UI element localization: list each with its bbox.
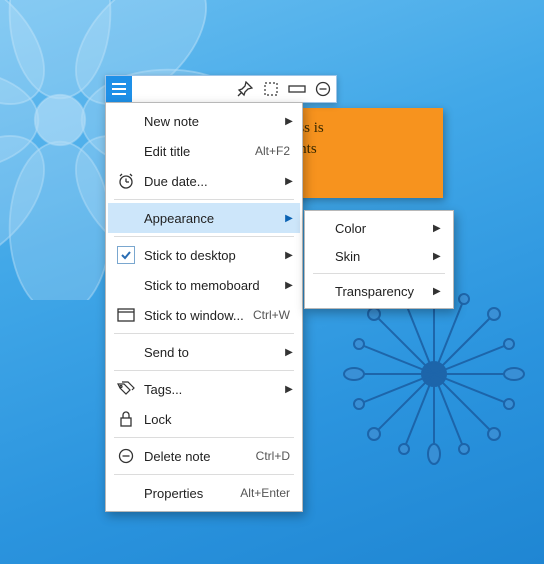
submenu-arrow-icon: ▶	[433, 251, 443, 262]
selection-icon	[263, 81, 279, 97]
blank-icon	[114, 139, 138, 163]
menu-item-properties[interactable]: Properties Alt+Enter	[108, 478, 300, 508]
menu-item-label: Delete note	[144, 449, 248, 464]
menu-item-label: Stick to desktop	[144, 248, 284, 263]
menu-separator	[114, 370, 294, 371]
menu-item-label: Lock	[144, 412, 294, 427]
menu-item-tags[interactable]: Tags... ▶	[108, 374, 300, 404]
menu-separator	[114, 333, 294, 334]
menu-item-shortcut: Alt+F2	[255, 144, 290, 158]
menu-item-label: Stick to window...	[144, 308, 245, 323]
menu-item-shortcut: Alt+Enter	[240, 486, 290, 500]
pin-icon	[237, 81, 253, 97]
context-menu: New note ▶ Edit title Alt+F2 Due date...…	[105, 102, 303, 512]
menu-separator	[114, 236, 294, 237]
submenu-arrow-icon: ▶	[284, 116, 294, 127]
wide-icon	[288, 83, 306, 95]
menu-item-label: Appearance	[144, 211, 284, 226]
wide-button[interactable]	[284, 76, 310, 102]
note-toolbar	[105, 75, 337, 103]
delete-icon	[114, 444, 138, 468]
menu-item-due-date[interactable]: Due date... ▶	[108, 166, 300, 196]
submenu-item-label: Color	[335, 221, 433, 236]
submenu-arrow-icon: ▶	[433, 223, 443, 234]
menu-item-label: Stick to memoboard	[144, 278, 284, 293]
submenu-arrow-icon: ▶	[284, 384, 294, 395]
submenu-item-label: Transparency	[335, 284, 433, 299]
menu-item-shortcut: Ctrl+W	[253, 308, 290, 322]
tags-icon	[114, 377, 138, 401]
submenu-arrow-icon: ▶	[284, 280, 294, 291]
menu-item-new-note[interactable]: New note ▶	[108, 106, 300, 136]
hamburger-menu-button[interactable]	[106, 76, 132, 102]
menu-item-label: Properties	[144, 486, 232, 501]
menu-item-edit-title[interactable]: Edit title Alt+F2	[108, 136, 300, 166]
submenu-item-skin[interactable]: Skin ▶	[307, 242, 451, 270]
menu-item-label: Edit title	[144, 144, 247, 159]
submenu-item-transparency[interactable]: Transparency ▶	[307, 277, 451, 305]
menu-separator	[114, 474, 294, 475]
selection-button[interactable]	[258, 76, 284, 102]
menu-item-label: Send to	[144, 345, 284, 360]
menu-item-shortcut: Ctrl+D	[256, 449, 290, 463]
menu-item-label: New note	[144, 114, 284, 129]
submenu-item-label: Skin	[335, 249, 433, 264]
submenu-item-color[interactable]: Color ▶	[307, 214, 451, 242]
menu-separator	[313, 273, 445, 274]
hamburger-icon	[111, 82, 127, 96]
appearance-submenu: Color ▶ Skin ▶ Transparency ▶	[304, 210, 454, 309]
blank-icon	[114, 340, 138, 364]
checkbox-checked-icon	[114, 243, 138, 267]
blank-icon	[114, 109, 138, 133]
lock-icon	[114, 407, 138, 431]
submenu-arrow-icon: ▶	[433, 286, 443, 297]
submenu-arrow-icon: ▶	[284, 347, 294, 358]
submenu-arrow-icon: ▶	[284, 176, 294, 187]
submenu-arrow-icon: ▶	[284, 250, 294, 261]
menu-item-appearance[interactable]: Appearance ▶	[108, 203, 300, 233]
submenu-arrow-icon: ▶	[284, 213, 294, 224]
menu-separator	[114, 199, 294, 200]
menu-item-label: Tags...	[144, 382, 284, 397]
menu-item-stick-desktop[interactable]: Stick to desktop ▶	[108, 240, 300, 270]
clock-icon	[114, 169, 138, 193]
menu-item-stick-memoboard[interactable]: Stick to memoboard ▶	[108, 270, 300, 300]
window-icon	[114, 303, 138, 327]
minimize-circle-icon	[315, 81, 331, 97]
blank-icon	[114, 273, 138, 297]
minimize-button[interactable]	[310, 76, 336, 102]
menu-separator	[114, 437, 294, 438]
blank-icon	[114, 481, 138, 505]
blank-icon	[114, 206, 138, 230]
menu-item-send-to[interactable]: Send to ▶	[108, 337, 300, 367]
menu-item-stick-window[interactable]: Stick to window... Ctrl+W	[108, 300, 300, 330]
pin-button[interactable]	[232, 76, 258, 102]
menu-item-label: Due date...	[144, 174, 284, 189]
menu-item-delete-note[interactable]: Delete note Ctrl+D	[108, 441, 300, 471]
menu-item-lock[interactable]: Lock	[108, 404, 300, 434]
